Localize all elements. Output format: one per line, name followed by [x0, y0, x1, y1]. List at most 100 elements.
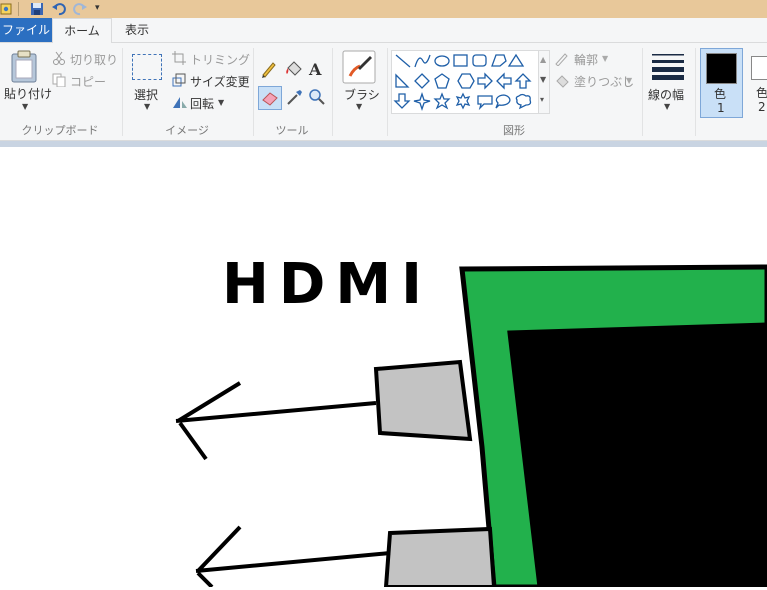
save-icon[interactable]	[30, 2, 44, 16]
oval-shape-icon	[434, 55, 450, 67]
resize-label: サイズ変更	[190, 75, 250, 89]
clipboard-group-label: クリップボード	[21, 124, 99, 137]
cut-button[interactable]: 切り取り	[52, 50, 118, 68]
six-point-star-shape-icon	[455, 92, 471, 110]
scroll-up-icon[interactable]: ▲	[540, 55, 546, 64]
five-point-star-shape-icon	[433, 92, 451, 110]
paste-label: 貼り付け	[4, 87, 53, 101]
paste-dropdown-icon: ▼	[22, 102, 29, 111]
select-button[interactable]: 選択 ▼	[128, 50, 166, 116]
copy-label: コピー	[70, 75, 107, 89]
fill-icon	[556, 75, 569, 88]
color2-swatch	[751, 56, 767, 80]
shapes-grid	[393, 53, 532, 112]
right-triangle-shape-icon	[395, 73, 410, 88]
scroll-down-icon[interactable]: ▼	[540, 75, 546, 84]
group-divider	[642, 48, 643, 136]
resize-button[interactable]: サイズ変更	[172, 72, 252, 90]
gallery-expand-icon[interactable]: ▾	[540, 95, 544, 104]
connector-bottom	[383, 526, 497, 589]
crop-label: トリミング	[190, 53, 251, 67]
brush-label: ブラシ	[344, 88, 380, 102]
outline-dropdown-icon: ▼	[602, 54, 609, 63]
brush-button[interactable]: ブラシ ▼	[338, 48, 382, 116]
tab-file[interactable]: ファイル	[0, 18, 52, 42]
shapes-gallery: ▲ ▼ ▾	[391, 50, 550, 114]
rotate-label: 回転	[190, 97, 215, 111]
crop-icon	[172, 51, 186, 65]
pentagon-shape-icon	[434, 73, 450, 89]
rectangle-shape-icon	[453, 54, 468, 67]
color1-number: 1	[717, 101, 725, 115]
shapes-scrollbar[interactable]: ▲ ▼ ▾	[538, 51, 549, 113]
paste-button[interactable]: 貼り付け ▼	[2, 46, 52, 118]
handwritten-label: HDMI	[222, 252, 432, 317]
left-arrow-shape-icon	[496, 72, 512, 90]
group-divider	[122, 48, 123, 136]
title-bar: ▾	[0, 0, 767, 18]
clipboard-icon	[11, 50, 37, 83]
arrow-top	[175, 381, 377, 461]
select-icon	[132, 54, 162, 80]
outline-pencil-icon	[555, 53, 568, 66]
size-label: 線の幅	[648, 88, 685, 102]
tab-home[interactable]: ホーム	[52, 18, 112, 44]
crop-button[interactable]: トリミング	[172, 50, 252, 68]
color2-button[interactable]: 色 2	[746, 48, 767, 116]
color2-label: 色	[756, 86, 767, 100]
fill-button[interactable]: 塗りつぶし ▼	[554, 72, 644, 90]
shapes-group-label: 図形	[503, 124, 525, 137]
line-shape-icon	[395, 54, 411, 68]
down-arrow-shape-icon	[393, 93, 411, 109]
fill-dropdown-icon: ▼	[626, 76, 633, 85]
hexagon-shape-icon	[457, 73, 475, 89]
select-dropdown-icon: ▼	[144, 102, 151, 111]
line-width-icon	[652, 54, 684, 80]
scissors-icon	[53, 51, 65, 65]
canvas-drawing	[175, 264, 767, 590]
right-arrow-shape-icon	[477, 72, 493, 90]
color1-label: 色	[714, 87, 727, 101]
curve-shape-icon	[414, 54, 431, 68]
outline-label: 輪郭	[574, 53, 599, 67]
triangle-shape-icon	[507, 53, 525, 67]
rounded-rectangle-shape-icon	[472, 54, 487, 67]
svg-text:A: A	[308, 60, 322, 78]
group-divider	[332, 48, 333, 136]
tab-view[interactable]: 表示	[113, 18, 161, 42]
pencil-icon[interactable]	[260, 60, 278, 78]
group-divider	[695, 48, 696, 136]
up-arrow-shape-icon	[514, 73, 532, 89]
rotate-dropdown-icon: ▼	[218, 98, 225, 107]
color-picker-icon[interactable]	[286, 88, 304, 106]
size-button[interactable]: 線の幅 ▼	[646, 48, 690, 116]
color1-button[interactable]: 色 1	[700, 48, 743, 118]
color1-swatch	[706, 53, 737, 84]
app-icon[interactable]	[0, 2, 14, 16]
tools-group-label: ツール	[275, 124, 309, 137]
eraser-button[interactable]	[258, 86, 282, 110]
ribbon-tab-bar: ファイル ホーム 表示	[0, 18, 767, 44]
fill-bucket-icon[interactable]	[284, 60, 304, 78]
size-dropdown-icon: ▼	[664, 102, 671, 111]
four-point-star-shape-icon	[413, 91, 431, 112]
screen-black	[507, 322, 767, 590]
diamond-shape-icon	[414, 73, 430, 89]
customize-quick-access-icon[interactable]: ▾	[95, 3, 100, 13]
oval-callout-shape-icon	[495, 94, 511, 109]
image-group-label: イメージ	[165, 124, 209, 137]
eraser-icon	[262, 92, 278, 106]
color2-number: 2	[758, 100, 766, 114]
rotate-icon	[173, 97, 187, 108]
redo-icon[interactable]	[73, 2, 87, 16]
text-icon[interactable]: A	[308, 60, 326, 78]
connector-top	[373, 359, 473, 442]
outline-button[interactable]: 輪郭 ▼	[554, 50, 644, 68]
resize-icon	[172, 73, 186, 87]
magnifier-icon[interactable]	[308, 88, 326, 106]
copy-button[interactable]: コピー	[52, 72, 118, 90]
brush-dropdown-icon: ▼	[356, 102, 363, 111]
drawing-canvas[interactable]: HDMI	[0, 147, 767, 590]
rotate-button[interactable]: 回転 ▼	[172, 94, 252, 112]
undo-icon[interactable]	[52, 2, 66, 16]
